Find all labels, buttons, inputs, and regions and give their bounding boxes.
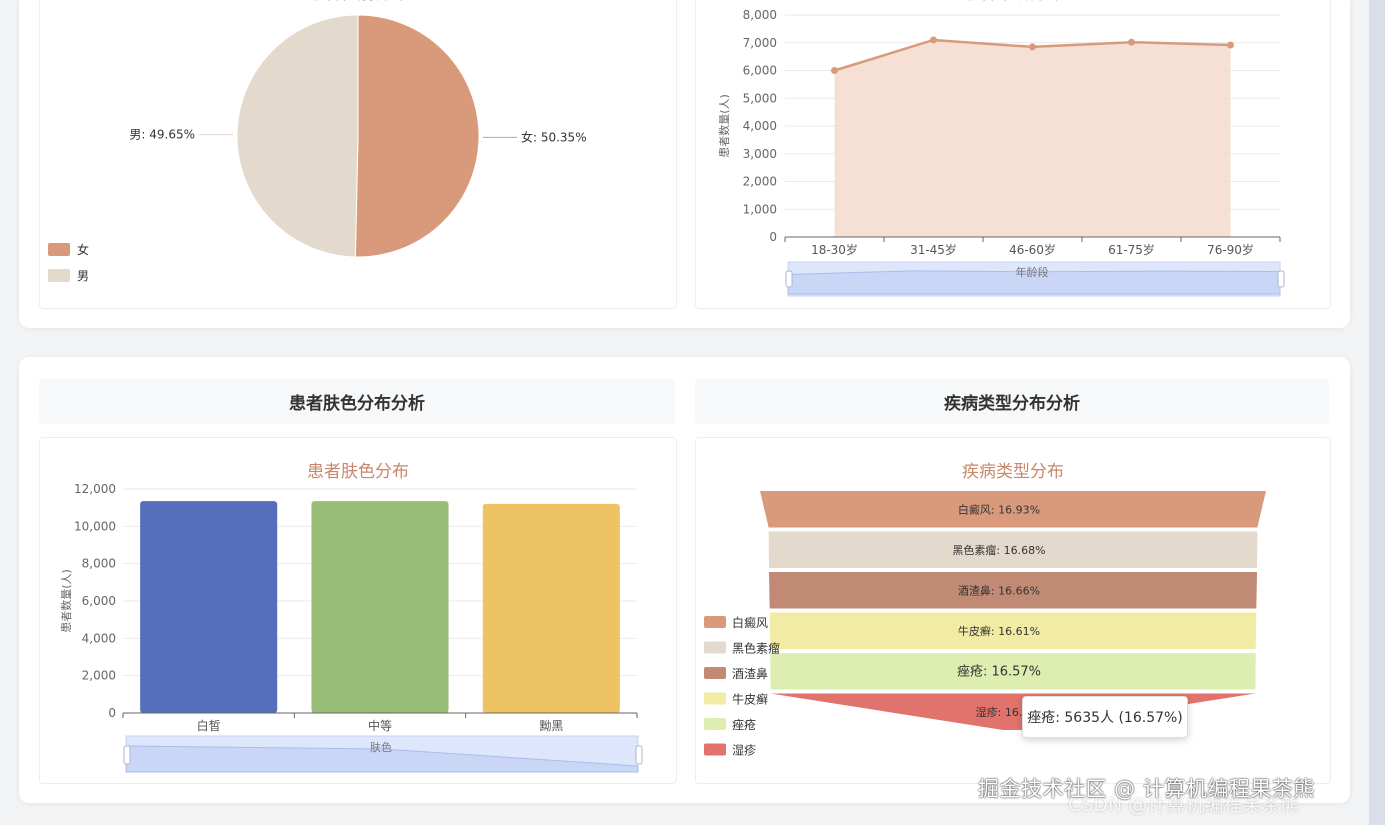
bar <box>140 501 278 713</box>
legend-swatch <box>704 743 726 756</box>
area-fill <box>834 39 1231 237</box>
chart-tooltip: 痤疮: 5635人 (16.57%) <box>1022 696 1188 738</box>
y-tick-label: 6,000 <box>743 64 777 78</box>
page-scrollbar[interactable] <box>1369 0 1385 825</box>
zoom-handle-right <box>635 745 643 765</box>
funnel-label: 痤疮: 16.57% <box>957 664 1041 679</box>
chart-title: 患者肤色分布 <box>307 462 409 482</box>
funnel-label: 酒渣鼻: 16.66% <box>958 583 1040 597</box>
x-tick-label: 黝黑 <box>539 719 563 733</box>
zoom-handle-left <box>123 745 131 765</box>
y-tick-label: 8,000 <box>82 557 116 571</box>
zoom-handle-right <box>1277 270 1285 288</box>
chart-title: 患者性别分布 <box>307 0 409 4</box>
legend-label: 痤疮 <box>732 717 756 732</box>
data-point <box>831 67 838 74</box>
skin-section-title: 患者肤色分布分析 <box>39 378 675 424</box>
data-point <box>1128 38 1135 46</box>
legend-swatch <box>704 616 726 628</box>
chart-title: 疾病类型分布 <box>962 462 1064 482</box>
y-tick-label: 5,000 <box>743 91 777 105</box>
legend-swatch <box>704 641 726 654</box>
data-point <box>930 36 937 44</box>
legend-label: 酒渣鼻 <box>732 666 768 681</box>
legend-label: 女 <box>77 242 89 257</box>
pie-slice <box>236 14 359 258</box>
legend-label: 牛皮癣 <box>732 692 768 707</box>
gender-chart-panel: 患者性别分布女: 50.35% 男: 49.65% 女男 <box>39 0 677 309</box>
age-chart-panel: 患者年龄分布 0 1,000 2,000 3,000 4,000 5,000 6,000 7,0… <box>695 0 1331 309</box>
y-tick-label: 0 <box>108 706 116 720</box>
legend-swatch <box>704 718 726 730</box>
pie-slice <box>354 14 480 258</box>
legend-label: 白癜风 <box>732 615 768 630</box>
skin-chart-panel: 患者肤色分布 0 2,000 4,000 6,000 8,000 10,000 12,000 患… <box>39 437 677 784</box>
gender-pie-chart: 患者性别分布女: 50.35% 男: 49.65% 女男 <box>48 0 587 283</box>
legend-label: 黑色素瘤 <box>732 641 780 656</box>
y-tick-label: 2,000 <box>82 669 116 683</box>
x-tick-label: 76-90岁 <box>1207 242 1254 257</box>
pie-slice-label: 男: 49.65% <box>129 128 195 142</box>
bar <box>482 503 620 713</box>
funnel-label: 湿疹: 16. <box>976 705 1023 719</box>
age-area-chart: 患者年龄分布 0 1,000 2,000 3,000 4,000 5,000 6,000 7,0… <box>718 0 1285 297</box>
funnel-label: 牛皮癣: 16.61% <box>958 624 1040 638</box>
y-tick-label: 1,000 <box>743 202 777 216</box>
x-tick-label: 46-60岁 <box>1009 242 1056 257</box>
x-axis-label: 肤色 <box>370 740 392 754</box>
funnel-label: 黑色素瘤: 16.68% <box>952 543 1045 557</box>
bar <box>311 501 449 713</box>
legend-swatch <box>704 667 726 679</box>
legend-swatch <box>48 269 70 282</box>
funnel-label: 白癜风: 16.93% <box>958 502 1040 516</box>
x-tick-label: 中等 <box>368 718 392 733</box>
y-tick-label: 4,000 <box>743 119 777 133</box>
y-tick-label: 12,000 <box>74 482 116 496</box>
disease-section-title: 疾病类型分布分析 <box>695 378 1329 424</box>
legend-swatch <box>704 692 726 705</box>
y-tick-label: 0 <box>769 230 777 244</box>
chart-title: 患者年龄分布 <box>962 0 1064 4</box>
x-tick-label: 白皙 <box>197 718 221 733</box>
y-tick-label: 8,000 <box>743 8 777 22</box>
y-tick-label: 7,000 <box>743 36 777 50</box>
watermark-juejin: 掘金技术社区 @ 计算机编程果茶熊 <box>978 777 1315 801</box>
disease-funnel-chart: 疾病类型分布白癜风: 16.93% 黑色素瘤: 16.68% 酒渣鼻: 16.66%… <box>704 462 1266 758</box>
legend-label: 男 <box>77 269 89 283</box>
x-tick-label: 18-30岁 <box>811 242 858 257</box>
x-axis-label: 年龄段 <box>1016 265 1049 279</box>
zoom-handle-left <box>785 270 793 288</box>
x-tick-label: 31-45岁 <box>910 242 957 257</box>
x-tick-label: 61-75岁 <box>1108 242 1155 257</box>
y-tick-label: 6,000 <box>82 594 116 608</box>
y-tick-label: 3,000 <box>743 147 777 161</box>
legend-label: 湿疹 <box>732 743 756 758</box>
y-tick-label: 2,000 <box>743 175 777 189</box>
disease-chart-panel: 疾病类型分布白癜风: 16.93% 黑色素瘤: 16.68% 酒渣鼻: 16.66%… <box>695 437 1331 784</box>
y-axis-label: 患者数量(人) <box>718 94 731 158</box>
y-tick-label: 4,000 <box>82 631 116 645</box>
y-tick-label: 10,000 <box>74 519 116 533</box>
legend-swatch <box>48 243 70 256</box>
skin-bar-chart: 患者肤色分布 0 2,000 4,000 6,000 8,000 10,000 12,000 患… <box>60 462 643 773</box>
y-axis-label: 患者数量(人) <box>60 569 73 633</box>
data-point <box>1029 43 1036 51</box>
pie-slice-label: 女: 50.35% <box>521 129 587 144</box>
data-point <box>1227 41 1234 49</box>
